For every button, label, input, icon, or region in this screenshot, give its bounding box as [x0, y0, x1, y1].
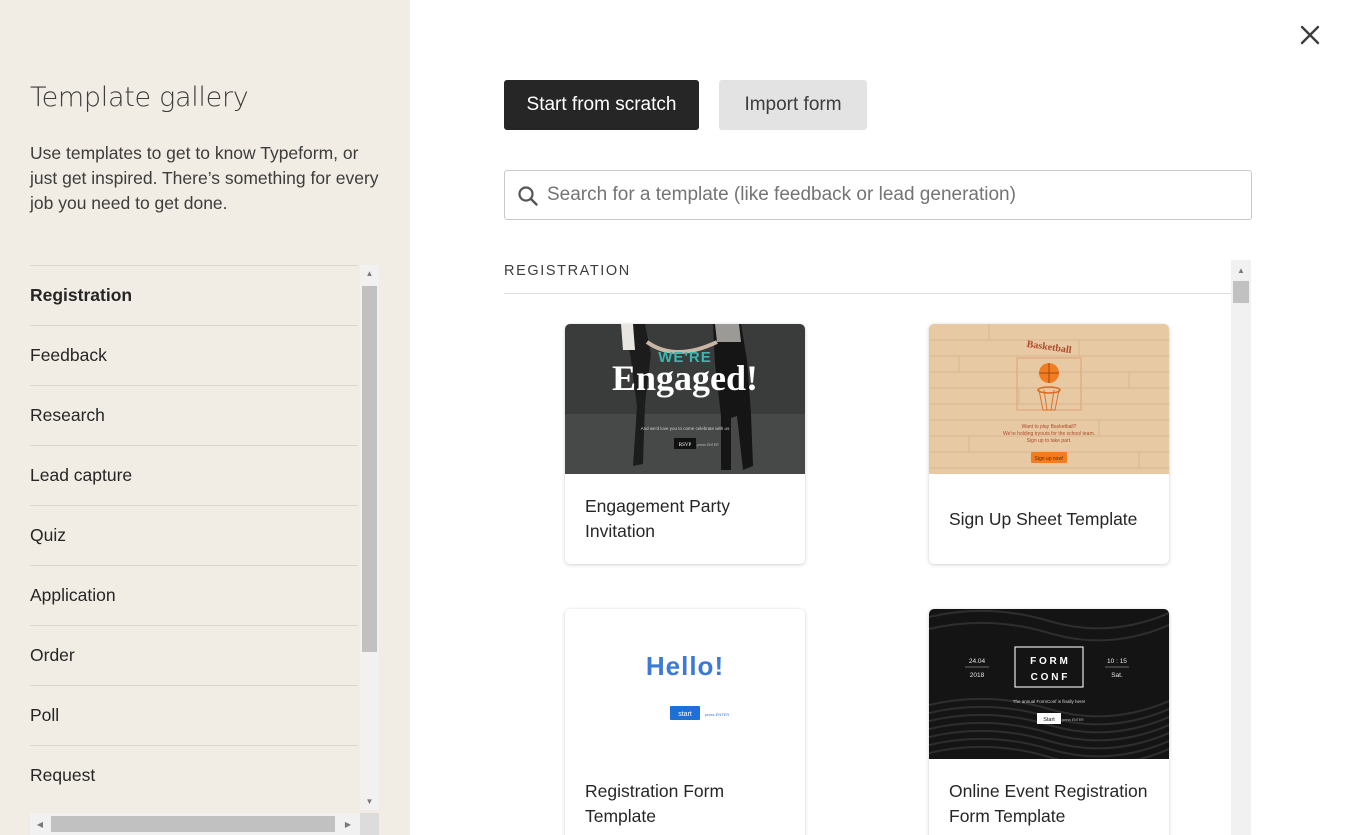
thumb-date: 24.04 [969, 658, 986, 665]
category-label: Feedback [30, 345, 107, 365]
thumb-brand2: C O N F [1031, 672, 1068, 683]
section-title: REGISTRATION [504, 263, 631, 279]
template-search [504, 170, 1252, 220]
category-item-order[interactable]: Order [30, 626, 358, 686]
scroll-up-arrow-icon[interactable]: ▲ [1231, 263, 1251, 277]
category-label: Poll [30, 705, 60, 725]
scroll-left-arrow-icon[interactable]: ◀ [30, 813, 50, 835]
template-name: Engagement Party Invitation [585, 496, 730, 541]
category-label: Registration [30, 285, 133, 305]
scroll-up-arrow-icon[interactable]: ▲ [360, 265, 379, 282]
formconf-thumbnail: 24.04 2018 F O R M C O N F 10 : 15 Sat. … [929, 609, 1169, 759]
category-label: Quiz [30, 525, 66, 545]
category-label: Research [30, 405, 105, 425]
template-card-engagement-party[interactable]: WE'RE Engaged! And we'd love you to come… [565, 324, 805, 564]
thumb-line2: We're holding tryouts for the school tea… [1003, 431, 1095, 437]
thumb-hint: press ENTER [705, 712, 730, 717]
thumb-title: Hello! [646, 651, 724, 681]
category-label: Request [30, 765, 96, 785]
thumb-line2: Engaged! [612, 358, 758, 398]
search-icon [518, 186, 538, 206]
thumb-year: 2018 [970, 672, 985, 679]
scrollbar-corner [360, 813, 379, 835]
page-title: Template gallery [30, 82, 249, 113]
template-name: Sign Up Sheet Template [949, 508, 1138, 529]
thumb-line3: Sign up to take part. [1027, 438, 1072, 444]
basketball-thumbnail: Basketball Want to play Basketball? We'r… [929, 324, 1169, 474]
category-horizontal-scrollbar[interactable]: ◀ ▶ [30, 813, 360, 835]
template-card-online-event[interactable]: 24.04 2018 F O R M C O N F 10 : 15 Sat. … [929, 609, 1169, 835]
close-icon[interactable] [1298, 23, 1322, 47]
category-item-quiz[interactable]: Quiz [30, 506, 358, 566]
thumb-line1: Want to play Basketball? [1022, 424, 1077, 430]
category-item-feedback[interactable]: Feedback [30, 326, 358, 386]
thumb-hint: press ENTER [1062, 718, 1084, 722]
gallery-vertical-scrollbar[interactable]: ▲ [1231, 260, 1251, 835]
scrollbar-thumb[interactable] [1233, 281, 1249, 303]
thumb-caption: The annual FormConf is finally here! [1013, 699, 1086, 704]
scroll-down-arrow-icon[interactable]: ▼ [360, 793, 379, 810]
template-card-registration-form[interactable]: Hello! start press ENTER Registration Fo… [565, 609, 805, 835]
scrollbar-thumb[interactable] [51, 816, 335, 832]
section-divider [504, 293, 1232, 294]
category-vertical-scrollbar[interactable]: ▲ ▼ [360, 265, 379, 810]
category-item-poll[interactable]: Poll [30, 686, 358, 746]
thumb-brand1: F O R M [1030, 656, 1068, 667]
scrollbar-thumb[interactable] [362, 286, 377, 652]
template-name: Online Event Registration Form Template [949, 781, 1148, 826]
sidebar: Template gallery Use templates to get to… [0, 0, 410, 835]
thumb-button: Sign up now! [1035, 456, 1064, 462]
category-item-application[interactable]: Application [30, 566, 358, 626]
scroll-right-arrow-icon[interactable]: ▶ [338, 813, 358, 835]
thumb-day: Sat. [1111, 672, 1123, 679]
thumb-caption: And we'd love you to come celebrate with… [641, 426, 730, 431]
thumb-time: 10 : 15 [1107, 658, 1127, 665]
category-list: Registration Feedback Research Lead capt… [30, 265, 358, 805]
import-form-button[interactable]: Import form [719, 80, 867, 130]
hello-thumbnail: Hello! start press ENTER [565, 609, 805, 759]
template-card-sign-up-sheet[interactable]: Basketball Want to play Basketball? We'r… [929, 324, 1169, 564]
category-label: Application [30, 585, 116, 605]
page-description: Use templates to get to know Typeform, o… [30, 143, 379, 213]
engagement-thumbnail: WE'RE Engaged! And we'd love you to come… [565, 324, 805, 474]
category-item-request[interactable]: Request [30, 746, 358, 805]
category-label: Order [30, 645, 75, 665]
thumb-button: Start [1043, 717, 1055, 723]
template-name: Registration Form Template [585, 781, 725, 826]
thumb-button: start [678, 711, 692, 718]
start-from-scratch-button[interactable]: Start from scratch [504, 80, 699, 130]
category-item-lead-capture[interactable]: Lead capture [30, 446, 358, 506]
category-label: Lead capture [30, 465, 133, 485]
category-item-registration[interactable]: Registration [30, 266, 358, 326]
search-input[interactable] [547, 171, 1237, 219]
thumb-hint: press ENTER [697, 443, 719, 447]
category-panel: Registration Feedback Research Lead capt… [30, 265, 380, 835]
category-item-research[interactable]: Research [30, 386, 358, 446]
thumb-button: RSVP [679, 443, 692, 448]
